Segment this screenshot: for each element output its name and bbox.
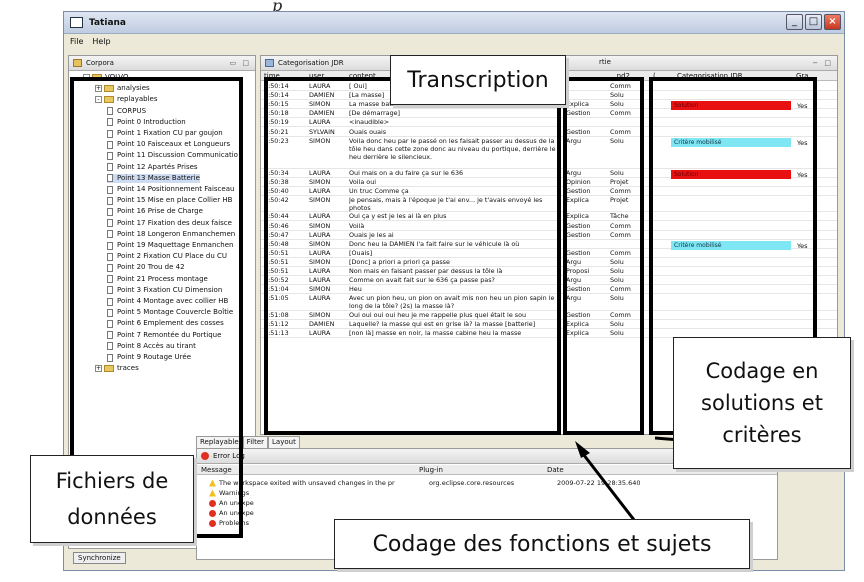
label-fichiers: Fichiers de données [30,455,194,543]
label-fichiers-line-1: Fichiers de [55,469,169,493]
label-codage-line-1: Codage en [705,359,819,383]
label-codage-line-2: solutions et [701,391,823,415]
label-codage-solutions: Codage en solutions et critères [673,337,851,469]
label-codage-fonctions: Codage des fonctions et sujets [334,519,750,569]
label-codage-line-3: critères [722,423,802,447]
arrow-head-functions [575,441,590,458]
label-fichiers-line-2: données [67,505,157,529]
label-transcription: Transcription [390,55,566,105]
